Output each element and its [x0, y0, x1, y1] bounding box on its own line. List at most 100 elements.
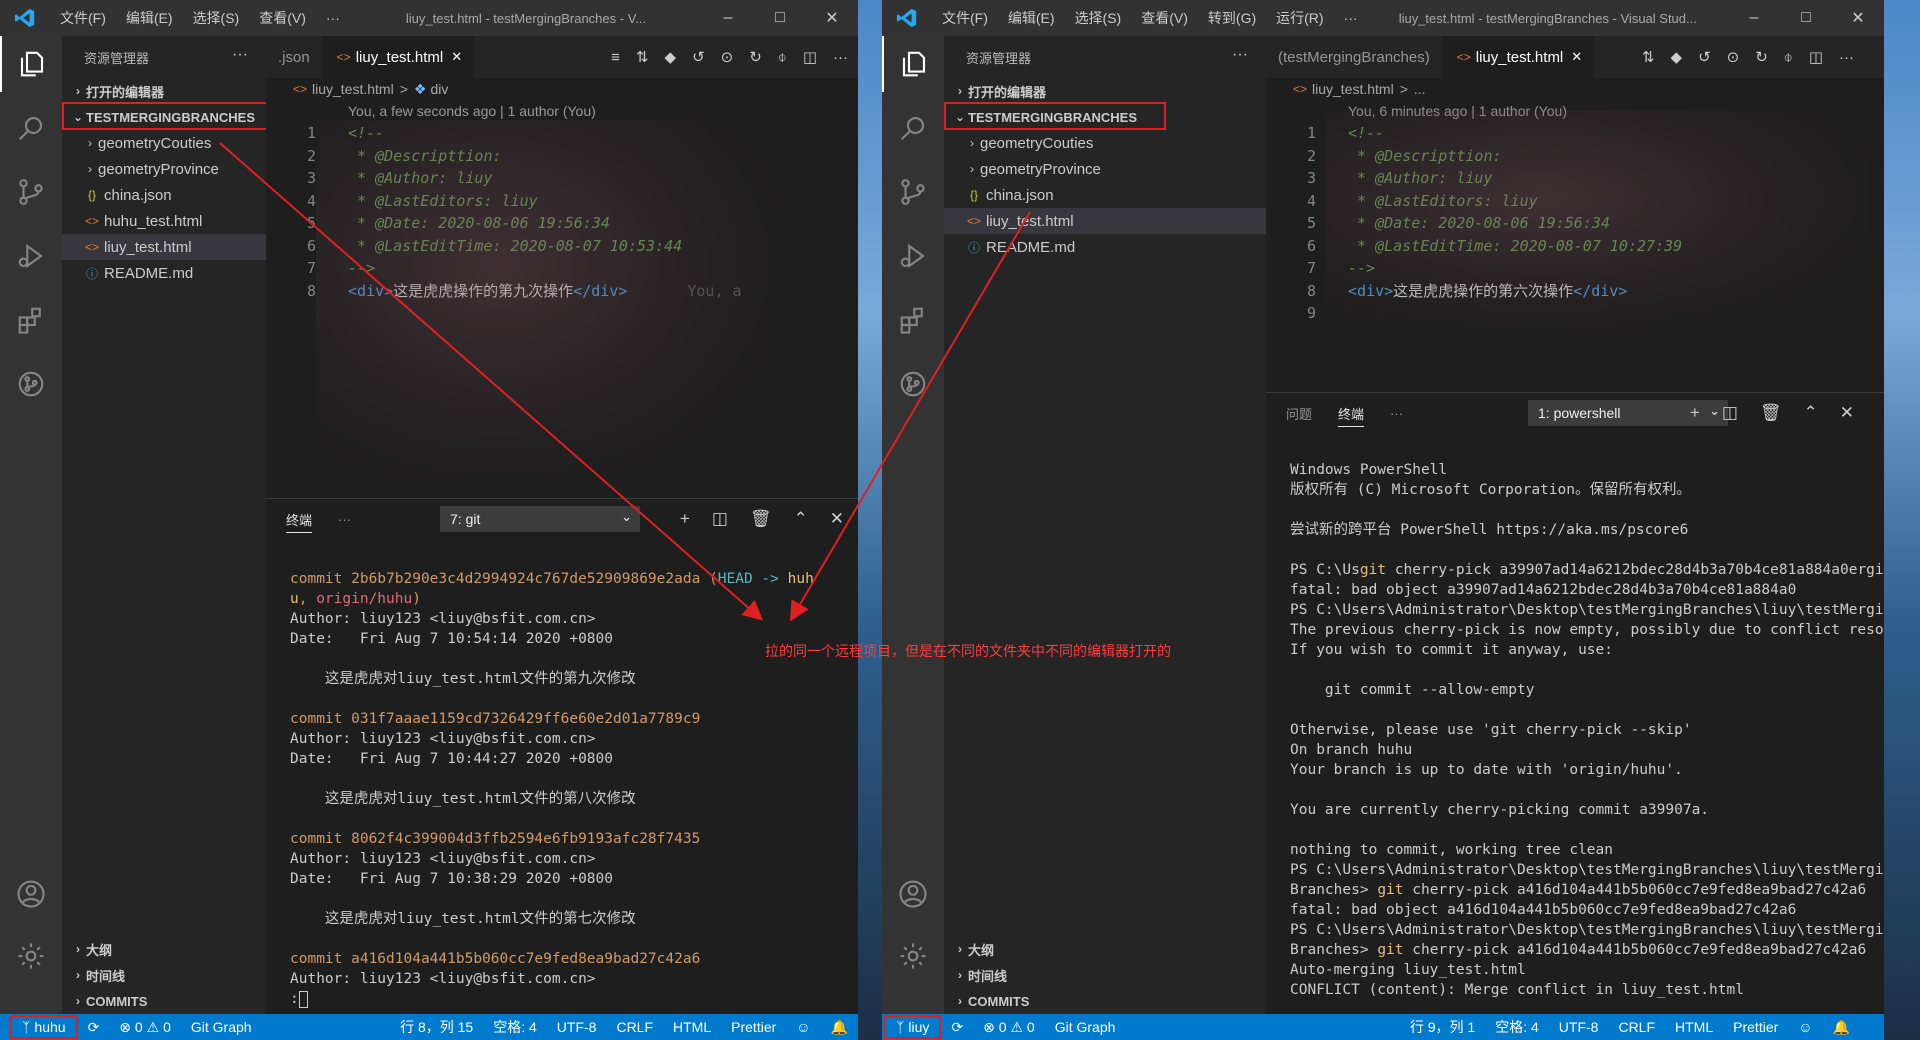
more-actions-icon[interactable]: ··· [1232, 46, 1248, 64]
commit-dot-icon[interactable]: ⊙ [1727, 48, 1740, 66]
commit-dot-icon[interactable]: ⊙ [721, 48, 734, 66]
more-actions-icon[interactable]: ··· [1839, 49, 1854, 66]
branch-indicator[interactable]: ᛉ huhu [10, 1015, 78, 1039]
code-editor[interactable]: You, a few seconds ago | 1 author (You) … [266, 100, 858, 480]
panel-more-icon[interactable]: ··· [338, 499, 351, 539]
settings-gear-icon[interactable] [0, 928, 62, 984]
line-ending[interactable]: CRLF [606, 1019, 663, 1035]
codelens-blame[interactable]: You, 6 minutes ago | 1 author (You) [1266, 100, 1884, 122]
menu-file[interactable]: 文件(F) [50, 8, 116, 28]
maximize-panel-icon[interactable]: ⌃ [794, 509, 808, 529]
menu-more[interactable]: ··· [1334, 10, 1368, 26]
menu-select[interactable]: 选择(S) [1065, 8, 1132, 28]
tree-file-readme[interactable]: ⓘ README.md [62, 260, 266, 286]
breadcrumb-file[interactable]: liuy_test.html [312, 81, 394, 97]
compare-icon[interactable]: ⇅ [1642, 48, 1655, 66]
encoding[interactable]: UTF-8 [547, 1019, 607, 1035]
maximize-panel-icon[interactable]: ⌃ [1804, 403, 1818, 423]
tree-file-readme[interactable]: ⓘ README.md [944, 234, 1266, 260]
outline-section[interactable]: › 大纲 [944, 936, 1266, 962]
close-tab-icon[interactable]: ✕ [1571, 49, 1582, 65]
language-mode[interactable]: HTML [663, 1019, 721, 1035]
commits-section[interactable]: › COMMITS [62, 988, 266, 1014]
tree-file-china-json[interactable]: {} china.json [62, 182, 266, 208]
tree-folder-geometrycouties[interactable]: › geometryCouties [62, 130, 266, 156]
extensions-icon[interactable] [0, 292, 62, 348]
account-icon[interactable] [882, 866, 944, 922]
menu-select[interactable]: 选择(S) [183, 8, 250, 28]
search-icon[interactable] [0, 100, 62, 156]
outline-section[interactable]: › 大纲 [62, 936, 266, 962]
menu-file[interactable]: 文件(F) [932, 8, 998, 28]
split-editor-icon[interactable]: ◫ [803, 48, 817, 66]
terminal-output[interactable]: commit 2b6b7b290e3c4d2994924c767de529098… [266, 539, 858, 1009]
minimize-icon[interactable]: – [1728, 9, 1780, 27]
feedback-icon[interactable]: ☺ [1788, 1019, 1822, 1035]
split-terminal-icon[interactable]: ◫ [712, 509, 728, 529]
line-ending[interactable]: CRLF [1608, 1019, 1665, 1035]
language-mode[interactable]: HTML [1665, 1019, 1723, 1035]
tab-previous-file[interactable]: (testMergingBranches) [1266, 36, 1442, 78]
tree-folder-geometryprovince[interactable]: › geometryProvince [62, 156, 266, 182]
menu-view[interactable]: 查看(V) [1131, 8, 1198, 28]
panel-more-icon[interactable]: ··· [1390, 393, 1403, 433]
git-graph-icon[interactable] [882, 356, 944, 412]
close-tab-icon[interactable]: ✕ [451, 49, 462, 65]
cursor-position[interactable]: 行 8，列 15 [390, 1017, 483, 1037]
terminal-output[interactable]: Windows PowerShell 版权所有 (C) Microsoft Cor… [1266, 433, 1884, 1000]
git-diamond-icon[interactable]: ◆ [1671, 48, 1683, 66]
explorer-icon[interactable] [0, 36, 62, 92]
git-graph-button[interactable]: Git Graph [1045, 1019, 1126, 1035]
tree-file-liuy-test-html[interactable]: <> liuy_test.html [62, 234, 266, 260]
tree-file-liuy-test-html[interactable]: <> liuy_test.html [944, 208, 1266, 234]
new-terminal-icon[interactable]: + [680, 509, 690, 529]
trash-icon[interactable]: 🗑 [750, 509, 772, 529]
tree-file-huhu-test-html[interactable]: <> huhu_test.html [62, 208, 266, 234]
compare-icon[interactable]: ⇅ [636, 48, 649, 66]
tree-file-china-json[interactable]: {} china.json [944, 182, 1266, 208]
problems-indicator[interactable]: ⊗ 0 ⚠ 0 [973, 1019, 1045, 1036]
tab-problems[interactable]: 问题 [1286, 393, 1312, 433]
next-change-icon[interactable]: ↻ [1755, 48, 1768, 66]
timeline-section[interactable]: › 时间线 [944, 962, 1266, 988]
menu-more[interactable]: ··· [316, 10, 350, 26]
sync-icon[interactable]: ⟳ [941, 1019, 973, 1036]
tree-folder-geometrycouties[interactable]: › geometryCouties [944, 130, 1266, 156]
previous-change-icon[interactable]: ↺ [1698, 48, 1711, 66]
new-terminal-icon[interactable]: + [1690, 403, 1700, 423]
open-editors-section[interactable]: › 打开的编辑器 [944, 78, 1266, 104]
git-graph-icon[interactable] [0, 356, 62, 412]
outline-icon[interactable]: ≡ [611, 49, 620, 66]
terminal-select[interactable]: 7: git ⌄ [440, 506, 640, 532]
indentation[interactable]: 空格: 4 [1485, 1017, 1549, 1037]
breadcrumb-file[interactable]: liuy_test.html [1312, 81, 1394, 97]
codelens-blame[interactable]: You, a few seconds ago | 1 author (You) [266, 100, 858, 122]
encoding[interactable]: UTF-8 [1549, 1019, 1609, 1035]
tab-terminal[interactable]: 终端 [286, 499, 313, 539]
prettier-status[interactable]: Prettier [1723, 1019, 1788, 1035]
close-icon[interactable]: ✕ [1832, 8, 1884, 28]
previous-change-icon[interactable]: ↺ [692, 48, 705, 66]
git-graph-button[interactable]: Git Graph [181, 1019, 262, 1035]
tab-liuy-test-html[interactable]: <> liuy_test.html ✕ [321, 36, 475, 78]
notifications-bell-icon[interactable]: 🔔 [821, 1019, 858, 1036]
menu-goto[interactable]: 转到(G) [1198, 8, 1266, 28]
open-changes-icon[interactable]: ⌽ [778, 49, 787, 66]
cursor-position[interactable]: 行 9，列 1 [1400, 1017, 1485, 1037]
branch-indicator[interactable]: ᛉ liuy [884, 1015, 942, 1039]
problems-indicator[interactable]: ⊗ 0 ⚠ 0 [109, 1019, 181, 1036]
indentation[interactable]: 空格: 4 [483, 1017, 547, 1037]
menu-run[interactable]: 运行(R) [1266, 8, 1333, 28]
breadcrumb-node[interactable]: ... [1414, 81, 1426, 97]
close-icon[interactable]: ✕ [806, 8, 858, 28]
maximize-icon[interactable]: □ [754, 9, 806, 27]
breadcrumb-node[interactable]: div [430, 81, 448, 97]
trash-icon[interactable]: 🗑 [1760, 403, 1782, 423]
run-debug-icon[interactable] [0, 228, 62, 284]
prettier-status[interactable]: Prettier [721, 1019, 786, 1035]
open-changes-icon[interactable]: ⌽ [1784, 49, 1793, 66]
maximize-icon[interactable]: □ [1780, 9, 1832, 27]
next-change-icon[interactable]: ↻ [749, 48, 762, 66]
explorer-icon[interactable] [882, 36, 944, 92]
menu-edit[interactable]: 编辑(E) [998, 8, 1065, 28]
